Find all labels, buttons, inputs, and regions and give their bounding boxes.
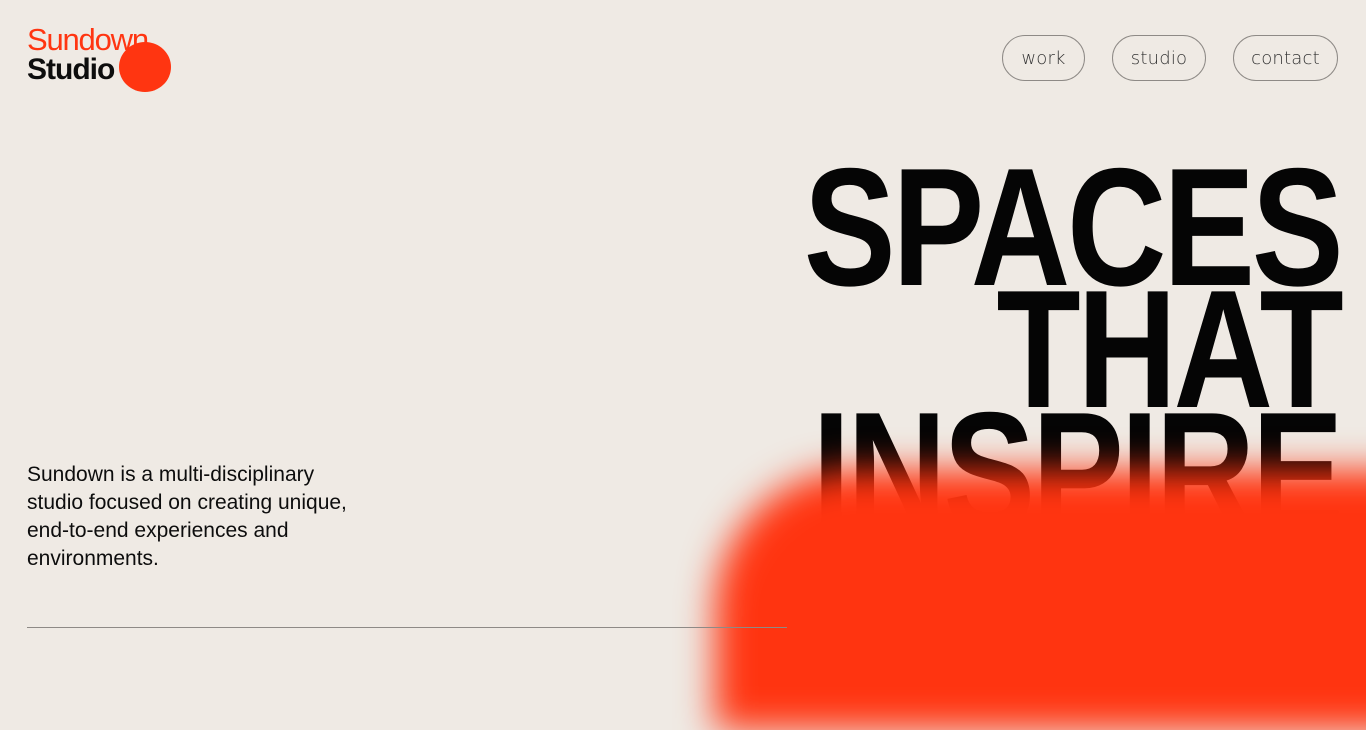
main-nav: work studio contact [1002,35,1338,81]
nav-studio-link[interactable]: studio [1112,35,1206,81]
intro-paragraph: Sundown is a multi-disciplinary studio f… [27,463,347,570]
logo-wordmark-sundown: Sundown [27,22,149,57]
hero-sun-blob [715,470,1366,730]
logo-link[interactable]: Sundown Studio [27,24,187,96]
logo-wordmark-studio: Studio [27,53,115,86]
nav-work-link[interactable]: work [1002,35,1085,81]
nav-contact-link[interactable]: contact [1233,35,1338,81]
section-divider [27,627,787,628]
